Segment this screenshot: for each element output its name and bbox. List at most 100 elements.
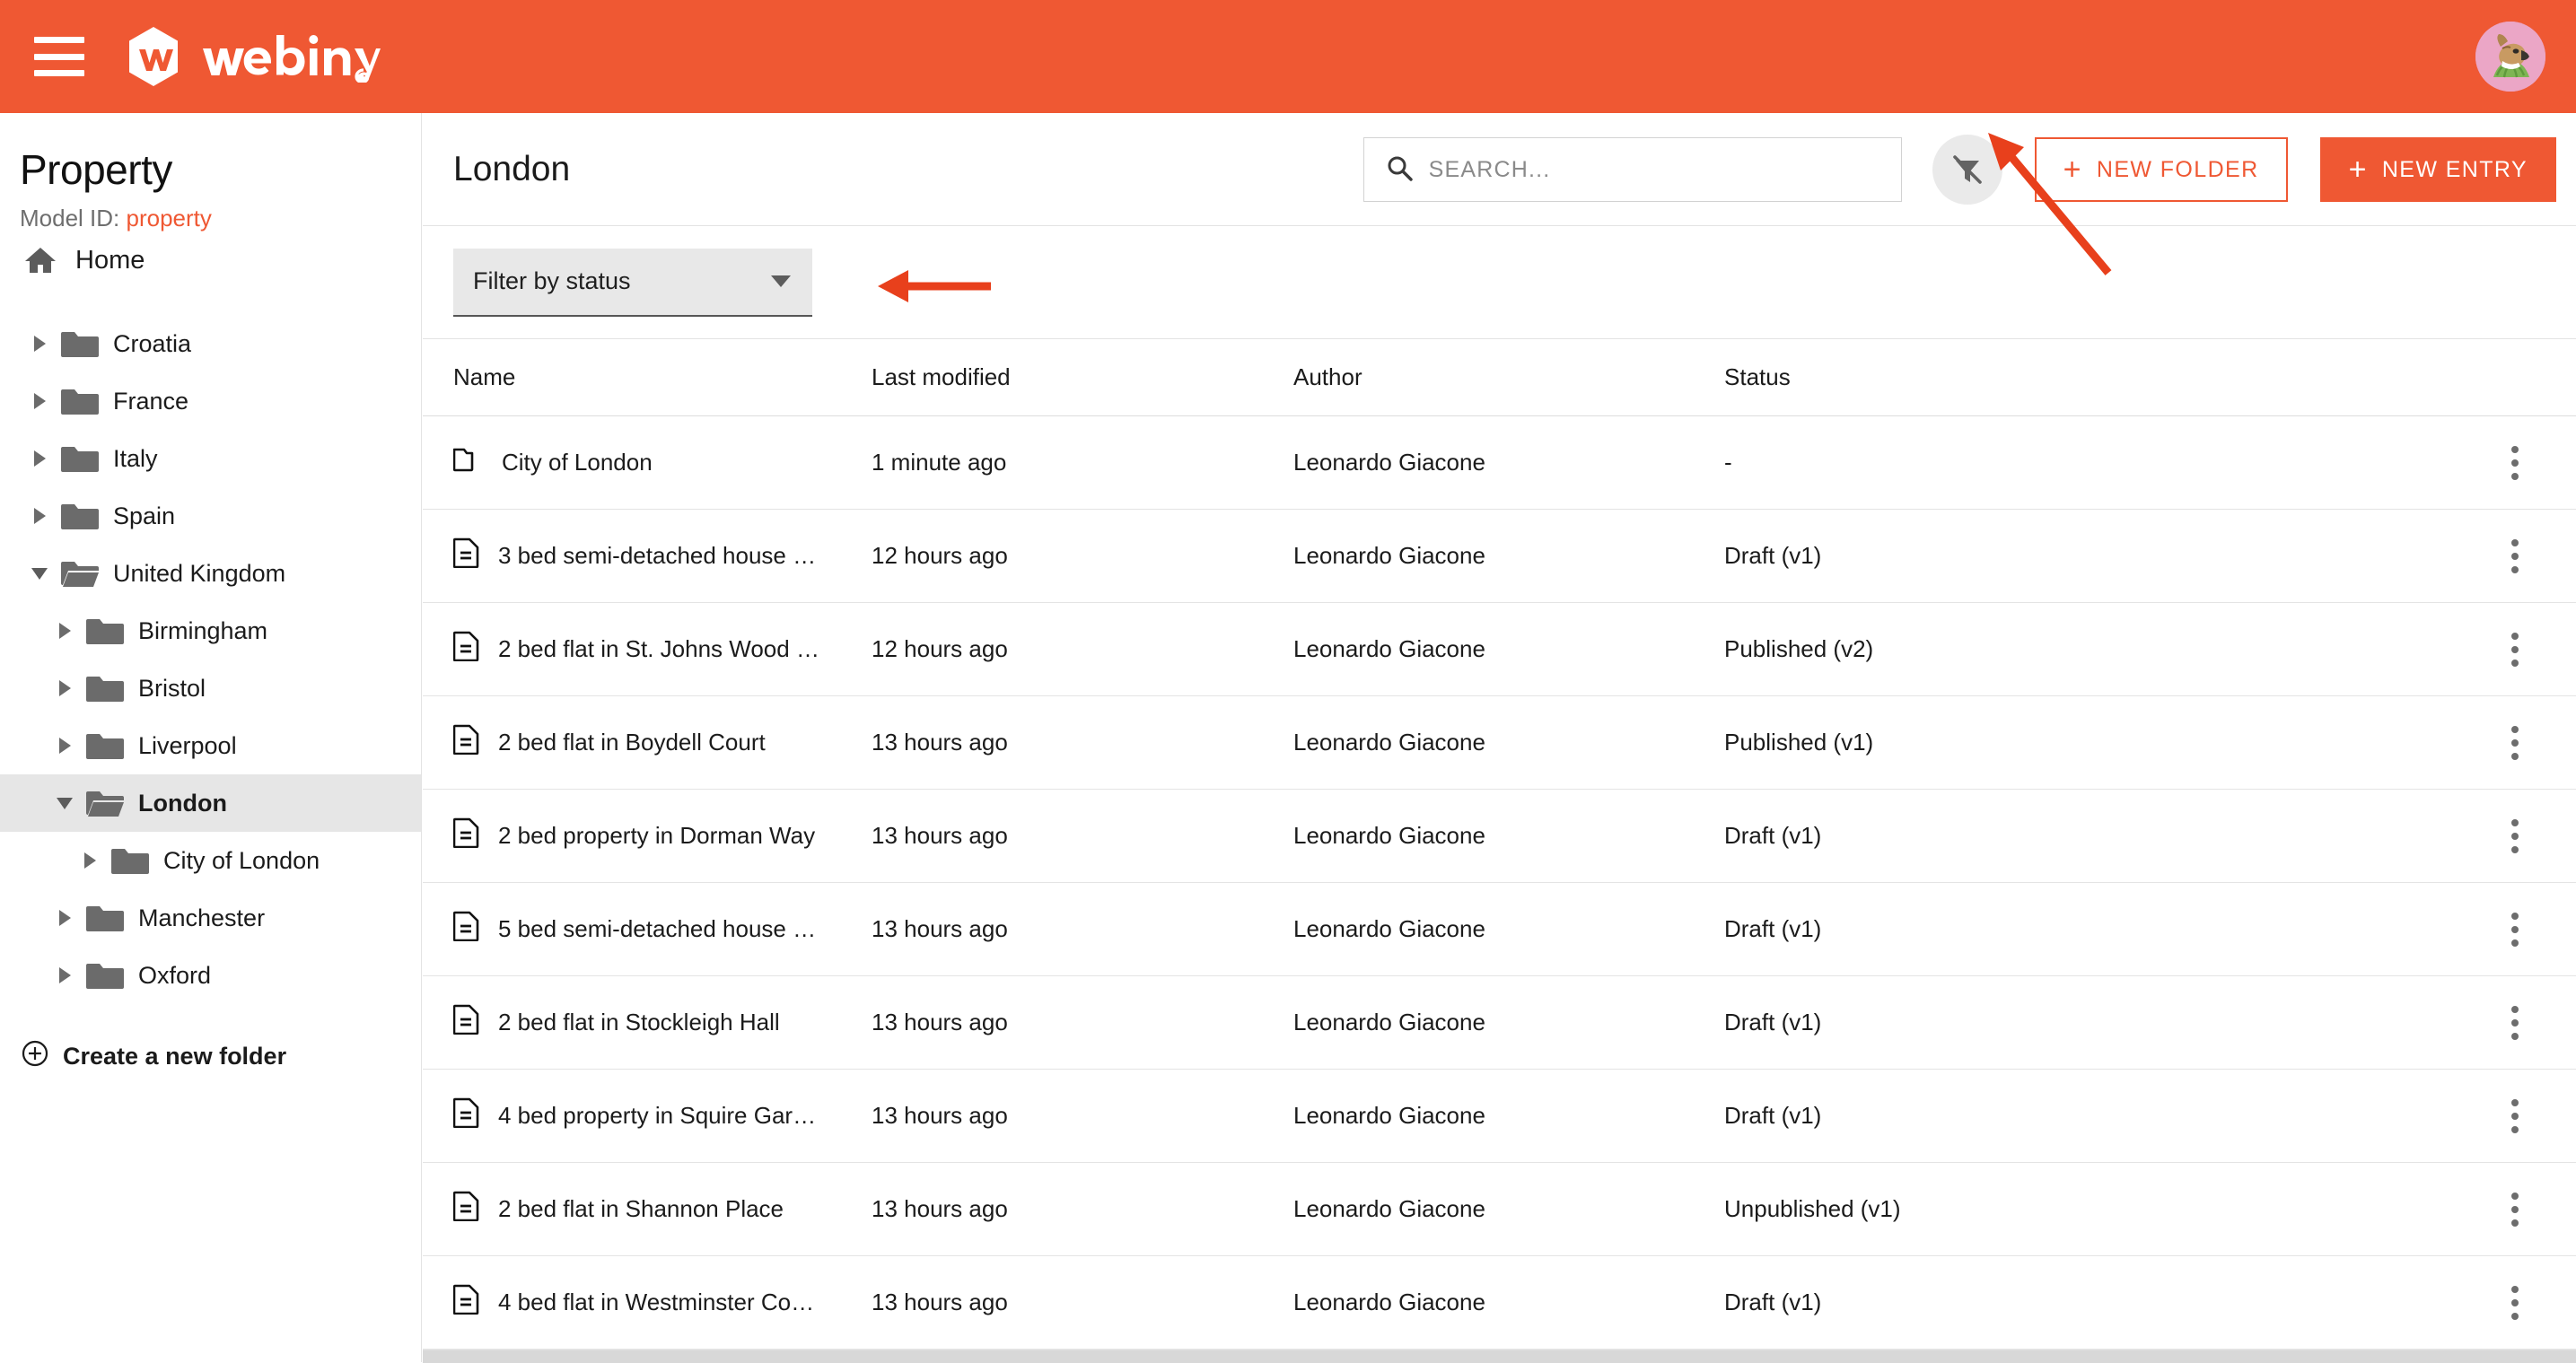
chevron-down-icon[interactable] bbox=[20, 567, 59, 580]
entry-name: 2 bed flat in St. Johns Wood … bbox=[498, 635, 819, 662]
cell-name[interactable]: 2 bed flat in Shannon Place bbox=[423, 1191, 872, 1228]
chevron-right-icon[interactable] bbox=[45, 680, 84, 696]
cell-name[interactable]: 5 bed semi-detached house … bbox=[423, 911, 872, 948]
row-menu-icon[interactable] bbox=[2502, 810, 2528, 862]
table-row[interactable]: 2 bed property in Dorman Way 13 hours ago… bbox=[423, 790, 2576, 883]
search-input[interactable]: SEARCH... bbox=[1362, 137, 1902, 202]
chevron-right-icon[interactable] bbox=[20, 393, 59, 409]
sidebar-item-manchester[interactable]: Manchester bbox=[0, 889, 421, 947]
row-menu-icon[interactable] bbox=[2502, 1090, 2528, 1142]
chevron-right-icon[interactable] bbox=[20, 508, 59, 524]
cell-name[interactable]: 2 bed property in Dorman Way bbox=[423, 817, 872, 854]
cell-name[interactable]: 4 bed property in Squire Gar… bbox=[423, 1097, 872, 1134]
model-id-line: Model ID: property bbox=[20, 205, 421, 232]
cell-last-modified: 13 hours ago bbox=[872, 1009, 1008, 1035]
sidebar-item-spain[interactable]: Spain bbox=[0, 487, 421, 545]
sidebar-item-city-of-london[interactable]: City of London bbox=[0, 832, 421, 889]
cell-name[interactable]: City of London bbox=[423, 447, 872, 478]
sidebar-item-label: Birmingham bbox=[138, 616, 268, 644]
document-icon bbox=[452, 817, 480, 854]
column-header-name[interactable]: Name bbox=[423, 363, 872, 391]
folder-tree: Croatia France Italy Spain United Kingdom Bir… bbox=[0, 315, 421, 1004]
column-header-author[interactable]: Author bbox=[1293, 363, 1724, 391]
chevron-right-icon[interactable] bbox=[45, 738, 84, 754]
row-menu-icon[interactable] bbox=[2502, 624, 2528, 676]
webiny-logo[interactable] bbox=[126, 26, 381, 87]
sidebar-item-london[interactable]: London bbox=[0, 774, 421, 832]
chevron-down-icon[interactable] bbox=[45, 797, 84, 809]
entry-name: 3 bed semi-detached house … bbox=[498, 542, 817, 569]
chevron-right-icon[interactable] bbox=[20, 450, 59, 467]
scrollbar-thumb[interactable] bbox=[423, 1350, 2576, 1363]
row-menu-icon[interactable] bbox=[2502, 997, 2528, 1049]
cell-author: Leonardo Giacone bbox=[1293, 1009, 1485, 1035]
cell-name[interactable]: 3 bed semi-detached house … bbox=[423, 537, 872, 574]
row-menu-icon[interactable] bbox=[2502, 1184, 2528, 1236]
sidebar-item-oxford[interactable]: Oxford bbox=[0, 947, 421, 1004]
chevron-right-icon[interactable] bbox=[45, 910, 84, 926]
row-menu-icon[interactable] bbox=[2502, 437, 2528, 489]
table-row[interactable]: 2 bed flat in St. Johns Wood … 12 hours a… bbox=[423, 603, 2576, 696]
folder-icon bbox=[84, 903, 126, 933]
filter-off-icon[interactable] bbox=[1932, 135, 2002, 205]
horizontal-scrollbar[interactable] bbox=[423, 1350, 2576, 1363]
sidebar-home-label: Home bbox=[75, 245, 145, 275]
sidebar-item-france[interactable]: France bbox=[0, 372, 421, 430]
table-row[interactable]: 2 bed flat in Stockleigh Hall 13 hours ag… bbox=[423, 976, 2576, 1070]
sidebar-item-home[interactable]: Home bbox=[0, 232, 421, 288]
app-topbar bbox=[0, 0, 2576, 113]
sidebar-item-label: Liverpool bbox=[138, 731, 237, 759]
sidebar-item-bristol[interactable]: Bristol bbox=[0, 660, 421, 717]
folder-icon bbox=[84, 673, 126, 703]
cell-actions bbox=[2353, 530, 2576, 582]
cell-status: Draft (v1) bbox=[1724, 1102, 1822, 1129]
cell-name[interactable]: 2 bed flat in Boydell Court bbox=[423, 724, 872, 761]
plus-icon: + bbox=[2063, 153, 2082, 187]
folder-icon bbox=[59, 386, 101, 416]
table-row[interactable]: 3 bed semi-detached house … 12 hours ago L… bbox=[423, 510, 2576, 603]
cell-status: Draft (v1) bbox=[1724, 915, 1822, 942]
table-row[interactable]: 4 bed property in Squire Gar… 13 hours ag… bbox=[423, 1070, 2576, 1163]
cell-author: Leonardo Giacone bbox=[1293, 915, 1485, 942]
table-body: City of London 1 minute ago Leonardo Giaco… bbox=[423, 416, 2576, 1350]
cell-last-modified: 13 hours ago bbox=[872, 1102, 1008, 1129]
cell-name[interactable]: 2 bed flat in Stockleigh Hall bbox=[423, 1004, 872, 1041]
new-folder-button[interactable]: + NEW FOLDER bbox=[2034, 137, 2288, 202]
cell-actions bbox=[2353, 810, 2576, 862]
sidebar-item-label: Croatia bbox=[113, 329, 192, 357]
model-id-value[interactable]: property bbox=[127, 205, 212, 232]
model-id-label: Model ID: bbox=[20, 205, 120, 232]
folder-icon bbox=[59, 501, 101, 531]
cell-author: Leonardo Giacone bbox=[1293, 542, 1485, 569]
row-menu-icon[interactable] bbox=[2502, 717, 2528, 769]
column-header-last-modified[interactable]: Last modified bbox=[872, 363, 1293, 391]
table-row[interactable]: 2 bed flat in Shannon Place 13 hours ago L… bbox=[423, 1163, 2576, 1256]
chevron-right-icon[interactable] bbox=[20, 336, 59, 352]
chevron-right-icon[interactable] bbox=[70, 852, 110, 869]
chevron-right-icon[interactable] bbox=[45, 623, 84, 639]
table-row[interactable]: 2 bed flat in Boydell Court 13 hours ago L… bbox=[423, 696, 2576, 790]
sidebar-item-croatia[interactable]: Croatia bbox=[0, 315, 421, 372]
table-row[interactable]: 4 bed flat in Westminster Co… 13 hours ag… bbox=[423, 1256, 2576, 1350]
sidebar-item-united-kingdom[interactable]: United Kingdom bbox=[0, 545, 421, 602]
document-icon bbox=[452, 537, 480, 574]
table-row[interactable]: City of London 1 minute ago Leonardo Giaco… bbox=[423, 416, 2576, 510]
chevron-right-icon[interactable] bbox=[45, 967, 84, 983]
row-menu-icon[interactable] bbox=[2502, 904, 2528, 956]
row-menu-icon[interactable] bbox=[2502, 530, 2528, 582]
cell-actions bbox=[2353, 624, 2576, 676]
status-filter-select[interactable]: Filter by status bbox=[453, 248, 812, 317]
sidebar-item-birmingham[interactable]: Birmingham bbox=[0, 602, 421, 660]
sidebar-item-italy[interactable]: Italy bbox=[0, 430, 421, 487]
hamburger-menu-icon[interactable] bbox=[34, 37, 84, 76]
sidebar-item-liverpool[interactable]: Liverpool bbox=[0, 717, 421, 774]
column-header-status[interactable]: Status bbox=[1724, 363, 2353, 391]
row-menu-icon[interactable] bbox=[2502, 1277, 2528, 1329]
table-row[interactable]: 5 bed semi-detached house … 13 hours ago L… bbox=[423, 883, 2576, 976]
user-avatar[interactable] bbox=[2475, 22, 2545, 92]
create-folder-label: Create a new folder bbox=[63, 1042, 287, 1070]
cell-name[interactable]: 4 bed flat in Westminster Co… bbox=[423, 1284, 872, 1321]
new-entry-button[interactable]: + NEW ENTRY bbox=[2319, 137, 2556, 202]
create-folder-button[interactable]: Create a new folder bbox=[0, 1031, 421, 1081]
cell-name[interactable]: 2 bed flat in St. Johns Wood … bbox=[423, 631, 872, 668]
